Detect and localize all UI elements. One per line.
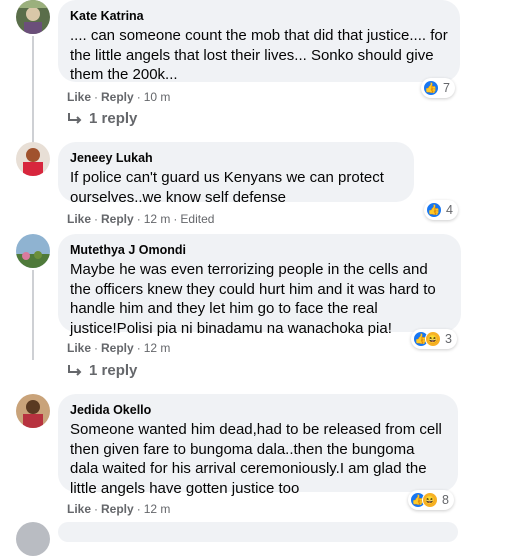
comment-actions: Like · Reply · 12 m · Edited [67,212,215,226]
comment-actions: Like · Reply · 10 m [67,90,171,104]
comment-bubble: Jeneey Lukah If police can't guard us Ke… [58,142,414,206]
reaction-summary[interactable]: 👍 😆 8 [408,490,454,510]
avatar[interactable] [16,394,50,428]
like-link[interactable]: Like [67,341,91,355]
comment-text: Maybe he was even terrorizing people in … [70,261,436,337]
like-reaction-icon: 👍 [423,80,439,96]
reply-link[interactable]: Reply [101,90,134,104]
like-link[interactable]: Like [67,212,91,226]
reaction-count: 3 [445,332,452,346]
timestamp[interactable]: 12 m [144,502,171,516]
timestamp[interactable]: 12 m [144,212,171,226]
avatar[interactable] [16,142,50,176]
reaction-count: 8 [442,493,449,507]
reply-arrow-icon [68,112,82,124]
timestamp[interactable]: 10 m [144,90,171,104]
like-link[interactable]: Like [67,502,91,516]
author-name[interactable]: Mutethya J Omondi [70,242,449,258]
view-replies-link[interactable]: 1 reply [67,362,137,379]
edited-label[interactable]: Edited [180,212,214,226]
thread-line [32,36,34,156]
comment-text: .... can someone count the mob that did … [70,27,448,83]
replies-count: 1 reply [89,362,138,379]
reply-link[interactable]: Reply [101,212,134,226]
author-name[interactable]: Jeneey Lukah [70,150,402,166]
avatar[interactable] [16,0,50,34]
thread-line [32,270,34,360]
reaction-summary[interactable]: 👍 😆 3 [411,329,457,349]
like-reaction-icon: 👍 [426,202,442,218]
like-link[interactable]: Like [67,90,91,104]
timestamp[interactable]: 12 m [144,341,171,355]
reaction-count: 4 [446,203,453,217]
haha-reaction-icon: 😆 [422,492,438,508]
reaction-summary[interactable]: 👍 4 [424,200,458,220]
comment-bubble-next [58,522,458,542]
comment-actions: Like · Reply · 12 m [67,341,171,355]
reply-arrow-icon [68,364,82,376]
comment-bubble: Mutethya J Omondi Maybe he was even terr… [58,234,461,337]
author-name[interactable]: Kate Katrina [70,8,448,24]
reply-link[interactable]: Reply [101,341,134,355]
reply-link[interactable]: Reply [101,502,134,516]
haha-reaction-icon: 😆 [425,331,441,347]
comment-text: If police can't guard us Kenyans we can … [70,169,384,206]
reaction-summary[interactable]: 👍 7 [421,78,455,98]
view-replies-link[interactable]: 1 reply [67,110,137,127]
reaction-count: 7 [443,81,450,95]
avatar-next-comment[interactable] [16,522,50,556]
comment-bubble: Kate Katrina .... can someone count the … [58,0,460,83]
comment-text: Someone wanted him dead,had to be releas… [70,421,442,497]
comment-actions: Like · Reply · 12 m [67,502,171,516]
comment-bubble: Jedida Okello Someone wanted him dead,ha… [58,394,458,497]
replies-count: 1 reply [89,110,138,127]
author-name[interactable]: Jedida Okello [70,402,446,418]
avatar[interactable] [16,234,50,268]
